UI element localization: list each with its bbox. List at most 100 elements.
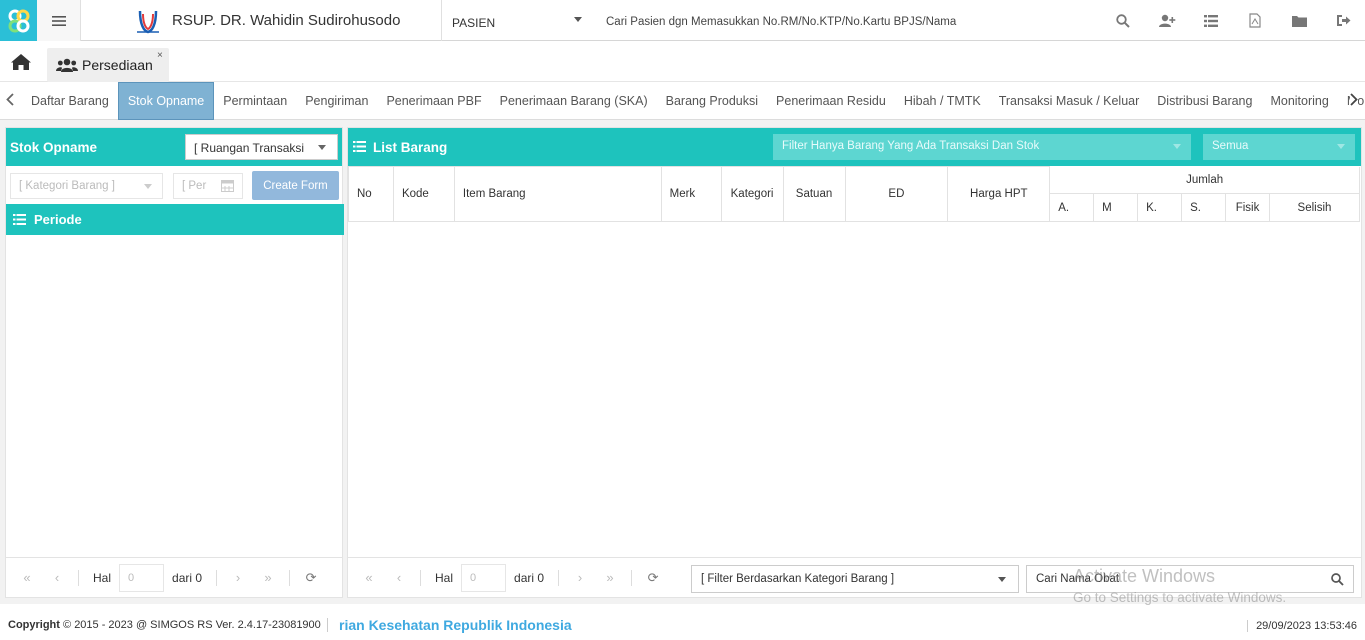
create-form-button[interactable]: Create Form bbox=[252, 171, 339, 200]
next-page-icon[interactable]: › bbox=[565, 570, 595, 585]
page-input[interactable]: 0 bbox=[461, 563, 507, 592]
first-page-icon[interactable]: « bbox=[12, 570, 42, 585]
subnav-item-permintaan[interactable]: Permintaan bbox=[214, 82, 296, 120]
column-header-ed[interactable]: ED bbox=[844, 166, 949, 222]
filter-transaksi-value: Filter Hanya Barang Yang Ada Transaksi D… bbox=[782, 140, 1040, 152]
column-header-merk[interactable]: Merk bbox=[660, 166, 722, 222]
add-user-icon bbox=[1159, 14, 1176, 27]
folder-button[interactable] bbox=[1277, 0, 1321, 41]
column-header-no[interactable]: No bbox=[348, 166, 394, 222]
footer-divider bbox=[327, 618, 328, 632]
subnav-item-penerimaan-residu[interactable]: Penerimaan Residu bbox=[767, 82, 895, 120]
subnav-item-hibah-tmtk[interactable]: Hibah / TMTK bbox=[895, 82, 990, 120]
subnav-item-distribusi-barang[interactable]: Distribusi Barang bbox=[1148, 82, 1261, 120]
main-content: Stok Opname [ Ruangan Transaksi [ Katego… bbox=[0, 120, 1365, 604]
footer: Copyright © 2015 - 2023 @ SIMGOS RS Ver.… bbox=[0, 610, 1365, 640]
subnav-item-daftar-barang[interactable]: Daftar Barang bbox=[22, 82, 118, 120]
windows-activation-watermark: Activate Windows bbox=[1073, 566, 1216, 586]
column-header-a[interactable]: A. bbox=[1049, 193, 1095, 222]
filter-kategori-value: [ Filter Berdasarkan Kategori Barang ] bbox=[701, 573, 895, 585]
refresh-icon[interactable]: ⟳ bbox=[638, 570, 668, 586]
pager-divider bbox=[420, 569, 421, 586]
chevron-right-icon[interactable] bbox=[1350, 93, 1358, 109]
next-page-icon[interactable]: › bbox=[223, 570, 253, 585]
prev-page-icon[interactable]: ‹ bbox=[384, 570, 414, 585]
page-label: Hal bbox=[93, 570, 112, 585]
page-count: dari 0 bbox=[172, 570, 203, 585]
users-icon bbox=[56, 58, 78, 72]
column-header-k[interactable]: K. bbox=[1137, 193, 1183, 222]
pager-divider bbox=[289, 569, 291, 586]
subnav-item-penerimaan-barang-ska[interactable]: Penerimaan Barang (SKA) bbox=[491, 82, 657, 120]
list-button[interactable] bbox=[1189, 0, 1233, 41]
pdf-icon bbox=[1249, 13, 1261, 28]
list-icon bbox=[13, 214, 26, 225]
filter-kategori-select[interactable]: [ Filter Berdasarkan Kategori Barang ] bbox=[691, 565, 1019, 593]
column-header-fisik[interactable]: Fisik bbox=[1225, 193, 1270, 222]
list-barang-panel: List Barang Filter Hanya Barang Yang Ada… bbox=[347, 127, 1362, 598]
tab-persediaan[interactable]: Persediaan bbox=[47, 48, 169, 82]
footer-marquee: rian Kesehatan Republik Indonesia bbox=[339, 617, 572, 633]
footer-datetime: 29/09/2023 13:53:46 bbox=[1247, 620, 1357, 632]
prev-page-icon[interactable]: ‹ bbox=[42, 570, 72, 585]
column-header-harga[interactable]: Harga HPT bbox=[947, 166, 1051, 222]
pager-divider bbox=[631, 569, 633, 586]
subnav-item-penerimaan-pbf[interactable]: Penerimaan PBF bbox=[377, 82, 490, 120]
patient-type-value: PASIEN bbox=[452, 16, 496, 30]
column-header-kode[interactable]: Kode bbox=[392, 166, 455, 222]
subnav-item-pengiriman[interactable]: Pengiriman bbox=[296, 82, 377, 120]
periode-placeholder: [ Per bbox=[182, 180, 207, 192]
hamburger-menu-button[interactable] bbox=[37, 0, 81, 41]
pdf-button[interactable] bbox=[1233, 0, 1277, 41]
subnav-item-transaksi-masuk-keluar[interactable]: Transaksi Masuk / Keluar bbox=[990, 82, 1149, 120]
logout-button[interactable] bbox=[1321, 0, 1365, 41]
hospital-brand: RSUP. DR. Wahidin Sudirohusodo bbox=[82, 0, 442, 41]
column-header-satuan[interactable]: Satuan bbox=[782, 166, 846, 222]
stok-opname-panel: Stok Opname [ Ruangan Transaksi [ Katego… bbox=[5, 127, 344, 598]
top-toolbar bbox=[1101, 0, 1365, 41]
home-button[interactable] bbox=[10, 53, 32, 74]
patient-type-select[interactable]: PASIEN bbox=[442, 0, 592, 41]
column-header-selisih[interactable]: Selisih bbox=[1268, 193, 1361, 222]
chevron-down-icon bbox=[318, 145, 326, 150]
sub-navigation-items: Daftar Barang Stok Opname Permintaan Pen… bbox=[22, 82, 1365, 120]
search-button[interactable] bbox=[1101, 0, 1145, 41]
pager-divider bbox=[78, 569, 79, 586]
last-page-icon[interactable]: » bbox=[595, 570, 625, 585]
chevron-down-icon bbox=[1337, 144, 1345, 149]
column-header-m[interactable]: M bbox=[1093, 193, 1139, 222]
page-input[interactable]: 0 bbox=[119, 563, 165, 592]
app-logo[interactable] bbox=[0, 0, 37, 41]
copyright-version: 2015 - 2023 @ SIMGOS RS Ver. 2.4.17-2308… bbox=[74, 619, 321, 631]
tab-persediaan-label: Persediaan bbox=[82, 57, 153, 73]
subnav-item-monitoring[interactable]: Monitoring bbox=[1261, 82, 1337, 120]
periode-title: Periode bbox=[34, 212, 82, 227]
last-page-icon[interactable]: » bbox=[253, 570, 283, 585]
chevron-left-icon[interactable] bbox=[6, 93, 14, 109]
ruangan-select[interactable]: [ Ruangan Transaksi bbox=[185, 134, 338, 160]
refresh-icon[interactable]: ⟳ bbox=[296, 570, 326, 586]
kategori-select[interactable]: [ Kategori Barang ] bbox=[10, 173, 163, 199]
first-page-icon[interactable]: « bbox=[354, 570, 384, 585]
filter-semua-select[interactable]: Semua bbox=[1203, 134, 1355, 160]
close-tab-button[interactable]: × bbox=[157, 50, 163, 61]
periode-input[interactable]: [ Per bbox=[173, 173, 243, 199]
stok-opname-header: Stok Opname [ Ruangan Transaksi bbox=[6, 128, 342, 166]
list-barang-table: No Kode Item Barang Merk Kategori Satuan… bbox=[348, 166, 1361, 222]
pager-divider bbox=[558, 569, 560, 586]
filter-transaksi-select[interactable]: Filter Hanya Barang Yang Ada Transaksi D… bbox=[773, 134, 1191, 160]
patient-search-input[interactable]: Cari Pasien dgn Memasukkan No.RM/No.KTP/… bbox=[606, 16, 956, 28]
app-logo-icon bbox=[8, 9, 29, 32]
chevron-down-icon bbox=[144, 184, 152, 189]
panel-title: Stok Opname bbox=[10, 140, 98, 155]
column-header-item[interactable]: Item Barang bbox=[453, 166, 662, 222]
folder-icon bbox=[1291, 15, 1307, 27]
windows-activation-hint: Go to Settings to activate Windows. bbox=[1073, 590, 1287, 605]
page-label: Hal bbox=[435, 570, 454, 585]
subnav-item-stok-opname[interactable]: Stok Opname bbox=[117, 82, 215, 120]
add-user-button[interactable] bbox=[1145, 0, 1189, 41]
copyright-icon: © bbox=[63, 619, 72, 631]
column-header-s[interactable]: S. bbox=[1181, 193, 1227, 222]
column-header-kategori[interactable]: Kategori bbox=[720, 166, 784, 222]
subnav-item-barang-produksi[interactable]: Barang Produksi bbox=[657, 82, 767, 120]
